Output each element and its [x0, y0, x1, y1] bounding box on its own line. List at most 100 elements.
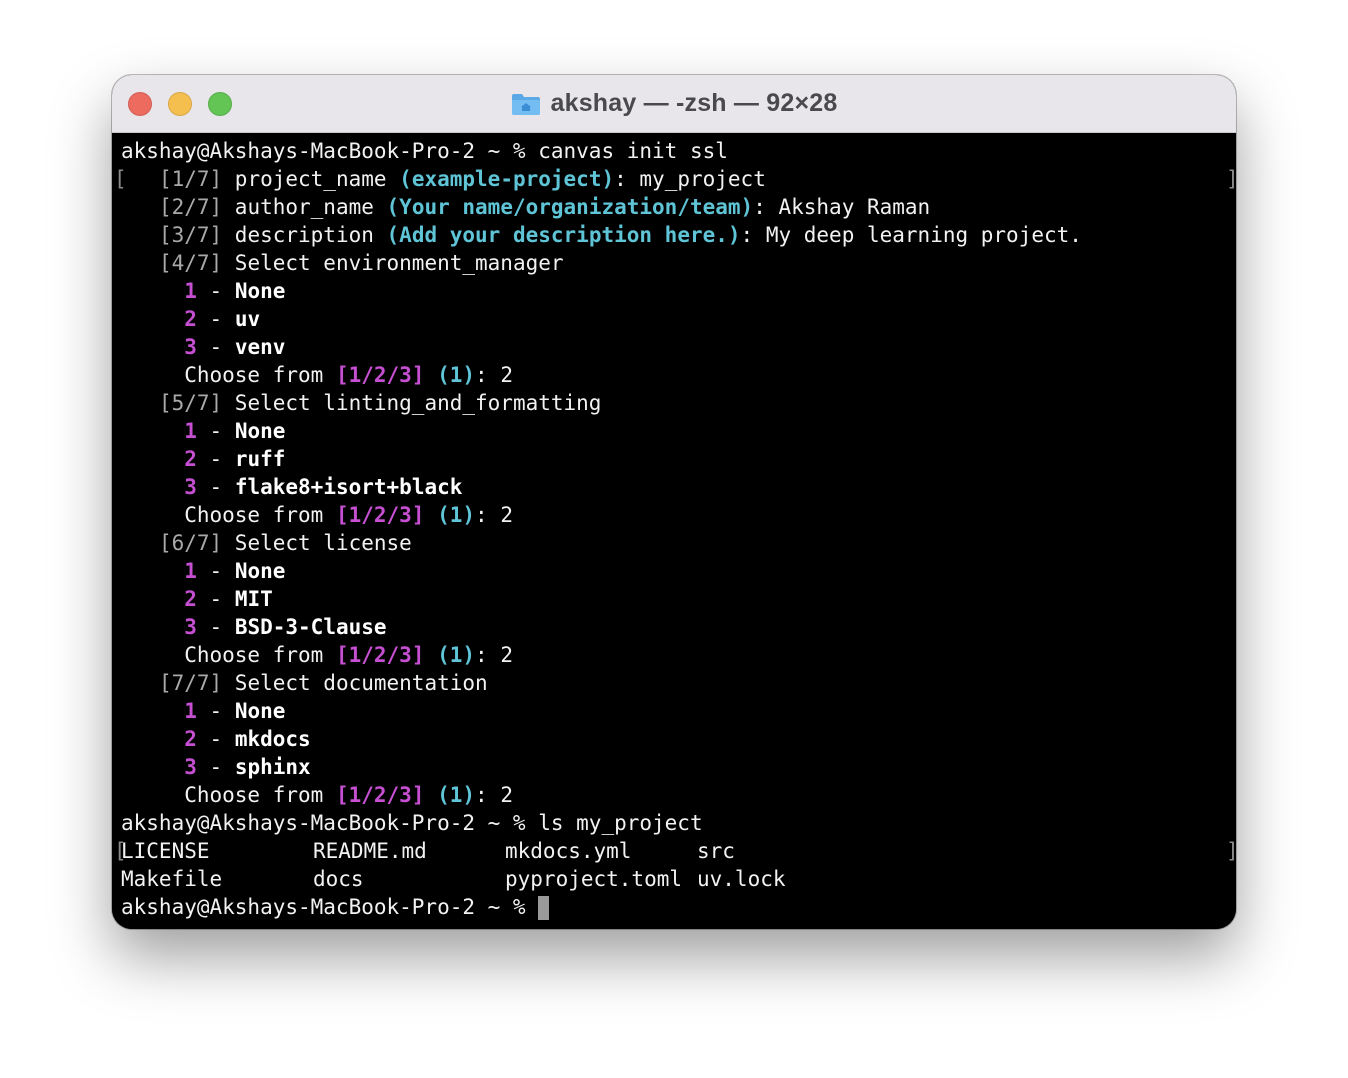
- prompt-question: [7/7] Select documentation: [121, 669, 488, 697]
- text-segment: [121, 223, 159, 247]
- window-title-group: akshay — -zsh — 92×28: [112, 75, 1236, 132]
- option-number: 2: [184, 727, 197, 751]
- step-counter: [4/7]: [158, 251, 223, 275]
- option-number: 1: [184, 419, 197, 443]
- text-segment: [121, 615, 184, 639]
- scroll-bracket-left: [: [114, 839, 127, 863]
- option-name: None: [234, 699, 286, 723]
- text-segment: -: [196, 335, 235, 359]
- text-segment: [121, 195, 159, 219]
- file-entry: docs: [313, 867, 364, 891]
- option-line: 2 - ruff: [121, 445, 285, 473]
- option-number: 3: [184, 475, 197, 499]
- option-name: venv: [234, 335, 286, 359]
- step-counter: [1/7]: [158, 167, 223, 191]
- text-segment: project_name: [222, 167, 400, 191]
- choice-prompt: Choose from [1/2/3] (1): 2: [121, 641, 513, 669]
- text-segment: :: [740, 223, 766, 247]
- step-counter: [6/7]: [158, 531, 223, 555]
- default-hint: (Add your description here.): [386, 223, 741, 247]
- title-bar: akshay — -zsh — 92×28: [112, 75, 1236, 133]
- scroll-bracket-right: ]: [1226, 837, 1236, 865]
- text-cursor: [538, 896, 550, 920]
- option-line: 1 - None: [121, 697, 285, 725]
- text-segment: -: [196, 615, 235, 639]
- step-counter: [3/7]: [158, 223, 223, 247]
- text-segment: -: [196, 587, 235, 611]
- choice-prompt: Choose from [1/2/3] (1): 2: [121, 781, 513, 809]
- text-segment: [121, 167, 159, 191]
- text-segment: [121, 307, 184, 331]
- option-line: 1 - None: [121, 277, 285, 305]
- scroll-bracket-right: ]: [1226, 165, 1236, 193]
- text-segment: -: [196, 307, 235, 331]
- text-segment: Choose from: [121, 783, 336, 807]
- option-number: 2: [184, 587, 197, 611]
- choices-list: [1/2/3]: [335, 363, 425, 387]
- default-choice: (1): [437, 503, 476, 527]
- option-number: 1: [184, 279, 197, 303]
- text-segment: [121, 335, 184, 359]
- answer-text: 2: [500, 643, 513, 667]
- text-segment: [121, 587, 184, 611]
- choices-list: [1/2/3]: [335, 503, 425, 527]
- file-entry: src: [697, 839, 735, 863]
- default-choice: (1): [437, 643, 476, 667]
- text-segment: -: [196, 419, 235, 443]
- choice-prompt: Choose from [1/2/3] (1): 2: [121, 501, 513, 529]
- option-number: 2: [184, 447, 197, 471]
- window-title: akshay — -zsh — 92×28: [550, 89, 838, 117]
- text-segment: [121, 279, 184, 303]
- prompt-question: [6/7] Select license: [121, 529, 412, 557]
- text-segment: [121, 531, 159, 555]
- text-segment: Select linting_and_formatting: [222, 391, 602, 415]
- option-name: None: [234, 279, 286, 303]
- text-segment: :: [475, 783, 501, 807]
- choices-list: [1/2/3]: [335, 643, 425, 667]
- prompt-question: [3/7] description (Add your description …: [121, 221, 1082, 249]
- text-segment: :: [475, 503, 501, 527]
- step-counter: [7/7]: [158, 671, 223, 695]
- shell-prompt: akshay@Akshays-MacBook-Pro-2 ~ %: [121, 895, 539, 919]
- answer-text: 2: [500, 363, 513, 387]
- text-segment: -: [196, 279, 235, 303]
- text-segment: [121, 391, 159, 415]
- option-name: sphinx: [234, 755, 311, 779]
- text-segment: [424, 363, 437, 387]
- choices-list: [1/2/3]: [335, 783, 425, 807]
- command-line: akshay@Akshays-MacBook-Pro-2 ~ %: [121, 893, 550, 921]
- option-line: 3 - venv: [121, 333, 285, 361]
- text-segment: :: [753, 195, 779, 219]
- text-segment: Select license: [222, 531, 412, 555]
- text-segment: -: [196, 699, 235, 723]
- text-segment: -: [196, 559, 235, 583]
- option-line: 2 - uv: [121, 305, 260, 333]
- command-line: akshay@Akshays-MacBook-Pro-2 ~ % canvas …: [121, 137, 728, 165]
- prompt-question: [1/7] project_name (example-project): my…: [121, 165, 766, 193]
- text-segment: -: [196, 447, 235, 471]
- answer-text: My deep learning project.: [765, 223, 1082, 247]
- option-line: 1 - None: [121, 557, 285, 585]
- text-segment: [121, 727, 184, 751]
- text-segment: description: [222, 223, 387, 247]
- option-number: 2: [184, 307, 197, 331]
- file-entry: LICENSE: [121, 839, 210, 863]
- text-segment: Choose from: [121, 363, 336, 387]
- option-line: 3 - BSD-3-Clause: [121, 613, 386, 641]
- prompt-question: [5/7] Select linting_and_formatting: [121, 389, 602, 417]
- file-entry: README.md: [313, 839, 427, 863]
- option-number: 1: [184, 559, 197, 583]
- terminal-output[interactable]: akshay@Akshays-MacBook-Pro-2 ~ % canvas …: [112, 133, 1236, 929]
- text-segment: [121, 699, 184, 723]
- text-segment: :: [614, 167, 640, 191]
- terminal-window: akshay — -zsh — 92×28 akshay@Akshays-Mac…: [112, 75, 1236, 929]
- scroll-bracket-left: [: [114, 167, 127, 191]
- answer-text: my_project: [639, 167, 766, 191]
- option-number: 1: [184, 699, 197, 723]
- option-line: 3 - flake8+isort+black: [121, 473, 462, 501]
- command-line: akshay@Akshays-MacBook-Pro-2 ~ % ls my_p…: [121, 809, 703, 837]
- option-line: 2 - mkdocs: [121, 725, 310, 753]
- text-segment: Select environment_manager: [222, 251, 564, 275]
- option-name: uv: [234, 307, 261, 331]
- text-segment: [121, 755, 184, 779]
